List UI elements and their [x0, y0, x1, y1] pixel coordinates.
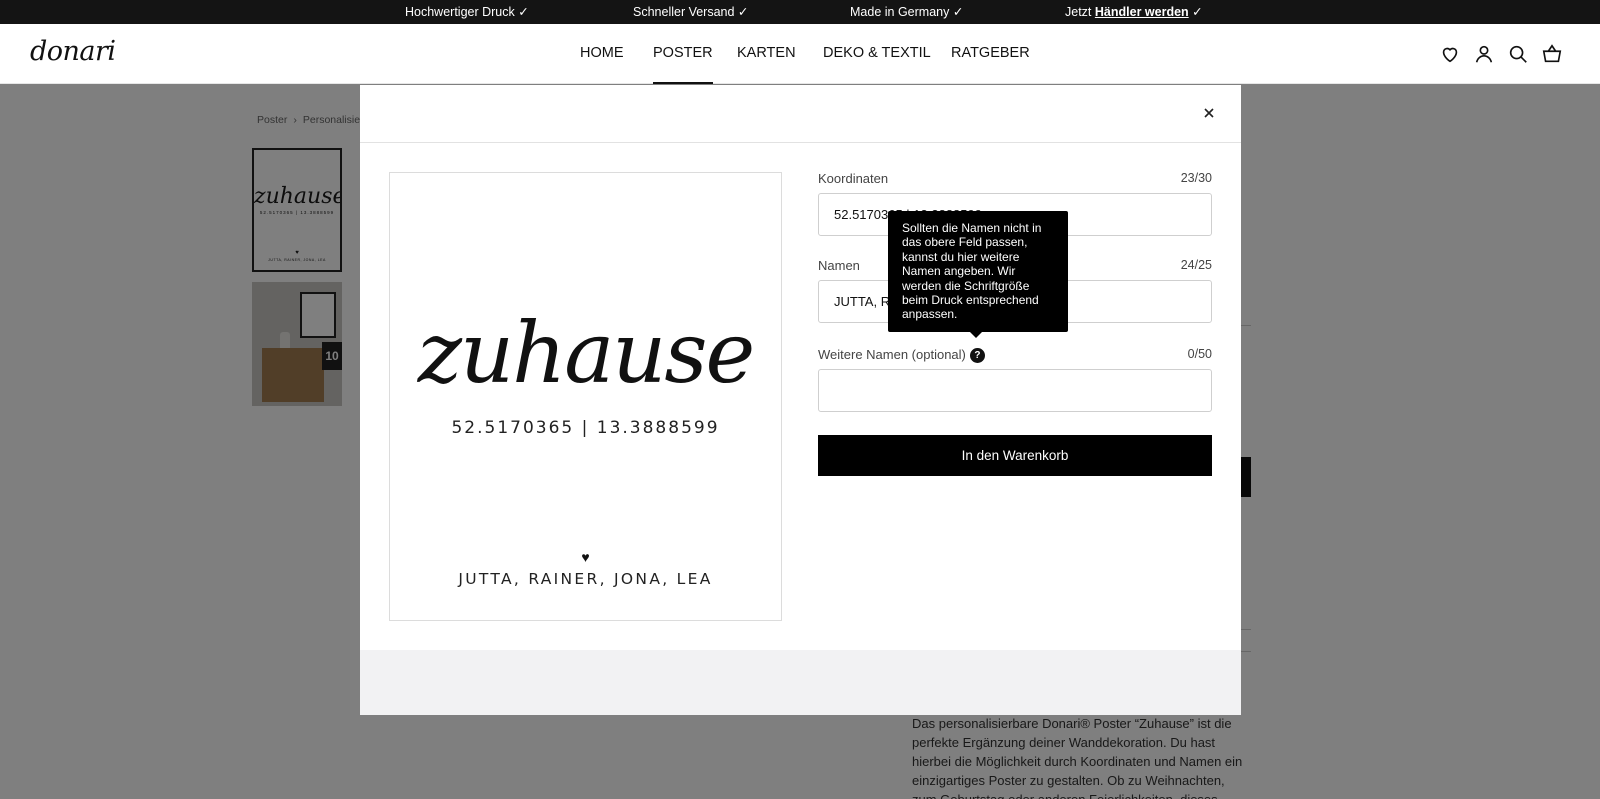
close-icon[interactable] [1201, 105, 1217, 121]
namen-counter: 24/25 [1180, 258, 1212, 272]
nav-poster[interactable]: POSTER [653, 45, 713, 84]
modal-header [360, 85, 1241, 143]
namen-label: Namen [818, 258, 860, 273]
nav-karten[interactable]: KARTEN [737, 45, 796, 61]
usp-shipping: Schneller Versand ✓ [633, 5, 749, 19]
logo[interactable]: donari [30, 36, 116, 67]
usp-dealer-suffix: ✓ [1192, 5, 1203, 19]
preview-word: zuhause [417, 304, 755, 402]
personalization-modal: zuhause 52.5170365 | 13.3888599 ♥ JUTTA,… [360, 85, 1241, 715]
help-icon[interactable]: ? [969, 348, 985, 363]
search-icon[interactable] [1507, 43, 1529, 65]
site-header: donari HOME POSTER KARTEN DEKO & TEXTIL … [0, 24, 1600, 84]
account-icon[interactable] [1473, 43, 1495, 65]
announcement-bar: Hochwertiger Druck ✓ Schneller Versand ✓… [0, 0, 1600, 24]
preview-names: JUTTA, RAINER, JONA, LEA [458, 570, 713, 588]
heart-icon: ♥ [581, 549, 590, 565]
add-to-cart-button[interactable]: In den Warenkorb [818, 435, 1212, 476]
nav-ratgeber[interactable]: RATGEBER [951, 45, 1030, 61]
nav-deko-textil[interactable]: DEKO & TEXTIL [823, 45, 931, 61]
heart-icon[interactable] [1439, 43, 1461, 65]
koordinaten-counter: 23/30 [1180, 171, 1212, 185]
dealer-link[interactable]: Händler werden [1095, 5, 1189, 19]
weitere-namen-counter: 0/50 [1187, 347, 1212, 361]
modal-footer [360, 650, 1241, 715]
weitere-namen-label-text: Weitere Namen (optional) [818, 347, 966, 362]
koordinaten-label: Koordinaten [818, 171, 889, 186]
weitere-namen-label: Weitere Namen (optional)? [818, 347, 985, 363]
poster-preview: zuhause 52.5170365 | 13.3888599 ♥ JUTTA,… [389, 172, 782, 621]
help-tooltip: Sollten die Namen nicht in das obere Fel… [888, 211, 1068, 338]
usp-dealer: Jetzt Händler werden ✓ [1065, 4, 1203, 19]
weitere-namen-input[interactable] [818, 369, 1212, 412]
basket-icon[interactable] [1541, 43, 1563, 65]
usp-quality: Hochwertiger Druck ✓ [405, 5, 529, 19]
usp-dealer-prefix: Jetzt [1065, 5, 1092, 19]
preview-coordinates: 52.5170365 | 13.3888599 [451, 418, 720, 438]
nav-home[interactable]: HOME [580, 45, 624, 61]
usp-made-in-germany: Made in Germany ✓ [850, 5, 964, 19]
